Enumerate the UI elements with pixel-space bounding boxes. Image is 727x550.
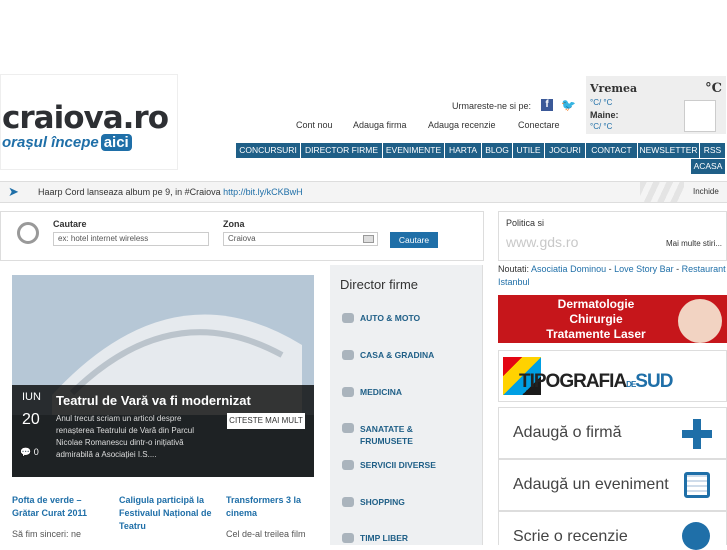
nav-harta[interactable]: HARTA xyxy=(445,143,482,158)
chevron-down-icon[interactable] xyxy=(363,235,374,243)
nav-rss[interactable]: RSS xyxy=(700,143,726,158)
gear-icon xyxy=(342,460,354,470)
tipografia-ad[interactable]: TIPOGRAFIADESUD xyxy=(498,350,727,402)
tag-icon xyxy=(342,497,354,507)
weather-today: °C/ °C xyxy=(590,98,613,107)
nav-acasa[interactable]: ACASA xyxy=(691,159,726,174)
calendar-icon xyxy=(684,472,710,498)
ticket-icon xyxy=(342,533,354,543)
noutati-label: Noutati: xyxy=(498,264,530,274)
event-month: IUN xyxy=(22,391,41,403)
search-button[interactable]: Cautare xyxy=(390,232,438,248)
weather-title: Vremea xyxy=(590,82,638,95)
politica-title: Politica si xyxy=(506,218,545,228)
link-adauga-recenzie[interactable]: Adauga recenzie xyxy=(428,120,496,130)
noutati-item[interactable]: Love Story Bar xyxy=(614,264,674,274)
politica-url[interactable]: www.gds.ro xyxy=(506,234,578,250)
tipografia-text: TIPOGRAFIADESUD xyxy=(519,371,673,392)
news-title[interactable]: Caligula participă la Festivalul Naționa… xyxy=(119,494,215,533)
weather-unit: °C xyxy=(705,81,722,96)
face-image xyxy=(678,299,722,343)
nav-blog[interactable]: BLOG xyxy=(482,143,513,158)
nav-evenimente[interactable]: EVENIMENTE xyxy=(383,143,445,158)
logo-aici-badge: aici xyxy=(100,134,132,151)
noutati-item[interactable]: Asociatia Dominou xyxy=(531,264,606,274)
write-review-label: Scrie o recenzie xyxy=(513,528,628,545)
add-event-label: Adaugă un eveniment xyxy=(513,476,669,493)
director-panel: Director firme AUTO & MOTO CASA & GRADIN… xyxy=(330,265,483,545)
pill-icon xyxy=(342,387,354,397)
nav-utile[interactable]: UTILE xyxy=(513,143,545,158)
plus-icon xyxy=(682,419,712,449)
search-zone-label: Zona xyxy=(223,219,245,229)
nav-jocuri[interactable]: JOCURI xyxy=(545,143,586,158)
twitter-icon[interactable]: 🐦 xyxy=(561,99,576,111)
director-item[interactable]: SANATATE & FRUMUSETE xyxy=(340,423,440,447)
link-adauga-firma[interactable]: Adauga firma xyxy=(353,120,407,130)
search-panel: Cautare ex: hotel internet wireless Zona… xyxy=(0,211,484,261)
event-day: 20 xyxy=(22,411,40,428)
weather-icon xyxy=(684,100,716,132)
director-title: Director firme xyxy=(340,277,419,292)
nav-director-firme[interactable]: DIRECTOR FIRME xyxy=(301,143,383,158)
politica-more[interactable]: Mai multe stiri... xyxy=(666,239,722,248)
featured-excerpt: Anul trecut scriam un articol despre ren… xyxy=(56,414,195,459)
news-text: Cel de-al treilea film xyxy=(226,529,306,539)
featured-slider[interactable]: IUN 20 Teatrul de Vară va fi modernizat … xyxy=(12,275,314,477)
house-icon xyxy=(342,350,354,360)
director-item[interactable]: TIMP LIBER xyxy=(360,533,408,543)
read-more-button[interactable]: CITESTE MAI MULT xyxy=(227,413,305,429)
link-conectare[interactable]: Conectare xyxy=(518,120,560,130)
featured-title[interactable]: Teatrul de Vară va fi modernizat xyxy=(56,393,251,408)
twitter-ticker: ➤ Haarp Cord lanseaza album pe 9, in #Cr… xyxy=(0,181,727,203)
add-firm-button[interactable]: Adaugă o firmă xyxy=(498,407,727,459)
ad-lines: Dermatologie Chirurgie Tratamente Laser xyxy=(546,297,646,341)
noutati: Noutati: Asociatia Dominou - Love Story … xyxy=(498,264,726,287)
nav-newsletter[interactable]: NEWSLETTER xyxy=(638,143,700,158)
facebook-icon[interactable]: f xyxy=(541,99,553,111)
weather-tomorrow: °C/ °C xyxy=(590,122,613,131)
add-event-button[interactable]: Adaugă un eveniment xyxy=(498,459,727,511)
weather-tomorrow-label: Maine: xyxy=(590,110,619,120)
ticker-close[interactable]: Inchide xyxy=(693,187,719,196)
news-title[interactable]: Transformers 3 la cinema xyxy=(226,494,322,520)
ticker-text: Haarp Cord lanseaza album pe 9, in #Crai… xyxy=(38,187,303,197)
news-widget: Politica si www.gds.ro Mai multe stiri..… xyxy=(498,211,727,261)
zone-select[interactable]: Craiova xyxy=(223,232,378,246)
search-input[interactable]: ex: hotel internet wireless xyxy=(53,232,209,246)
write-review-button[interactable]: Scrie o recenzie xyxy=(498,511,727,550)
director-item[interactable]: CASA & GRADINA xyxy=(360,350,434,360)
add-firm-label: Adaugă o firmă xyxy=(513,424,622,441)
logo-tagline: orașul începe aici xyxy=(2,134,132,151)
car-icon xyxy=(342,313,354,323)
link-cont-nou[interactable]: Cont nou xyxy=(296,120,333,130)
pen-icon xyxy=(682,522,710,550)
follow-label: Urmareste-ne si pe: xyxy=(452,101,532,111)
comments-count[interactable]: 💬 0 xyxy=(20,447,39,458)
ticker-decoration xyxy=(640,182,684,202)
weather-widget: Vremea °C °C/ °C Maine: °C/ °C xyxy=(586,76,726,134)
director-item[interactable]: SERVICII DIVERSE xyxy=(360,460,436,470)
nav-concursuri[interactable]: CONCURSURI xyxy=(236,143,301,158)
director-item[interactable]: MEDICINA xyxy=(360,387,402,397)
director-item[interactable]: SHOPPING xyxy=(360,497,405,507)
ticker-link[interactable]: http://bit.ly/kCKBwH xyxy=(223,187,303,197)
nav-contact[interactable]: CONTACT xyxy=(586,143,638,158)
dermatology-ad[interactable]: Dermatologie Chirurgie Tratamente Laser xyxy=(498,295,727,343)
news-text: Să fim sinceri: ne xyxy=(12,529,82,539)
bird-icon: ➤ xyxy=(8,184,19,199)
director-item[interactable]: AUTO & MOTO xyxy=(360,313,420,323)
search-icon xyxy=(17,222,39,244)
logo-text[interactable]: craiova.ro xyxy=(2,100,169,136)
search-what-label: Cautare xyxy=(53,219,87,229)
news-title[interactable]: Pofta de verde – Grătar Curat 2011 xyxy=(12,494,108,520)
